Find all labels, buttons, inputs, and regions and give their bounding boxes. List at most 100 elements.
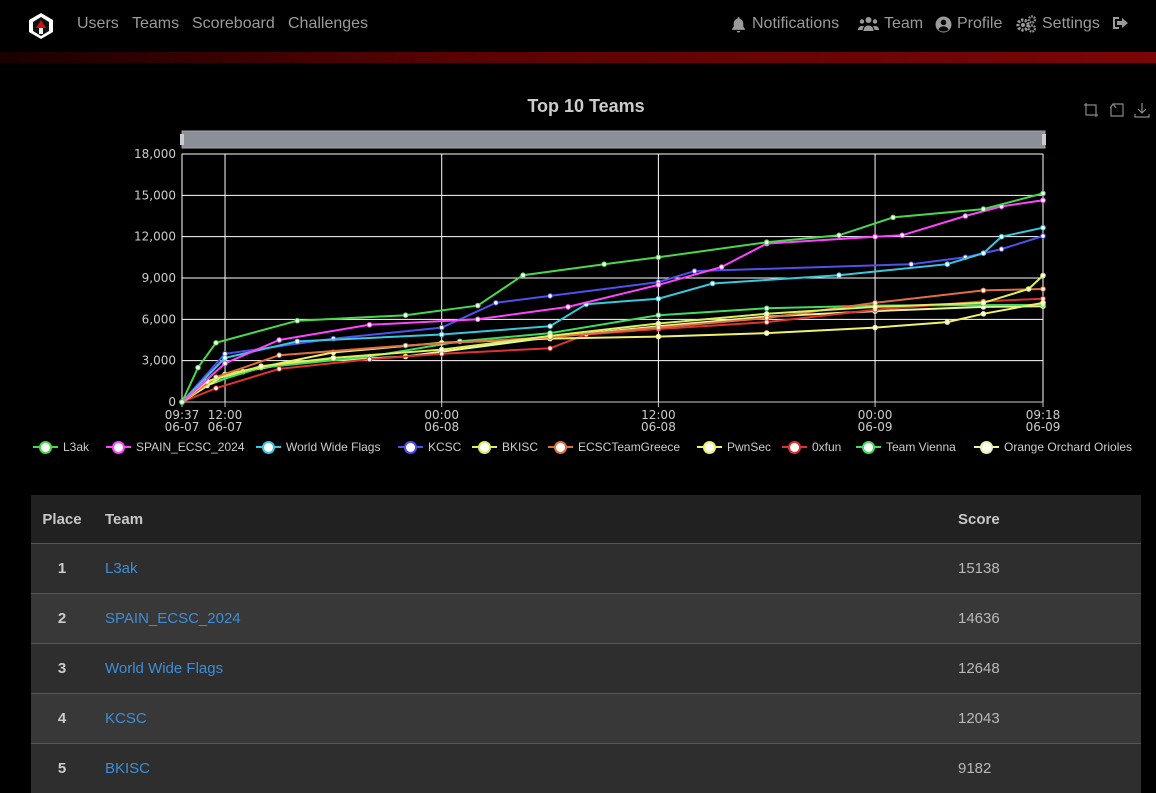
data-point[interactable]	[179, 399, 185, 405]
row-team-link[interactable]: BKISC	[93, 760, 958, 777]
datazoom-handle-right[interactable]	[1042, 134, 1046, 145]
series-spain-ecsc-2024[interactable]	[179, 197, 1046, 405]
legend-item[interactable]: World Wide Flags	[256, 440, 380, 454]
data-point[interactable]	[980, 206, 987, 212]
data-point[interactable]	[493, 300, 499, 306]
data-point[interactable]	[1040, 300, 1046, 306]
data-point[interactable]	[475, 316, 481, 323]
data-point[interactable]	[1040, 233, 1046, 239]
data-point[interactable]	[294, 317, 301, 324]
data-point[interactable]	[998, 233, 1005, 240]
data-point[interactable]	[276, 337, 283, 343]
legend-item[interactable]: SPAIN_ECSC_2024	[106, 440, 245, 454]
row-team-link[interactable]: KCSC	[93, 710, 958, 727]
legend-item[interactable]: KCSC	[398, 440, 461, 454]
data-point[interactable]	[294, 338, 301, 345]
data-point[interactable]	[565, 304, 571, 310]
data-point[interactable]	[890, 214, 896, 221]
data-point[interactable]	[872, 304, 878, 310]
data-point[interactable]	[213, 385, 219, 392]
data-point[interactable]	[980, 311, 987, 317]
legend-item[interactable]: BKISC	[472, 440, 538, 454]
data-point[interactable]	[438, 324, 445, 331]
data-point[interactable]	[836, 272, 842, 279]
legend-marker-icon	[974, 440, 999, 454]
data-point[interactable]	[944, 319, 951, 325]
data-point[interactable]	[547, 345, 553, 352]
data-point[interactable]	[195, 364, 201, 371]
score-chart[interactable]: 03,0006,0009,00012,00015,00018,00009:370…	[0, 0, 1156, 440]
data-point[interactable]	[330, 355, 337, 361]
data-point[interactable]	[547, 293, 553, 299]
data-point[interactable]	[899, 232, 906, 239]
data-point[interactable]	[222, 360, 228, 367]
legend-item[interactable]: PwnSec	[697, 440, 771, 454]
legend-item[interactable]: ECSCTeamGreece	[548, 440, 680, 454]
data-point[interactable]	[1040, 272, 1046, 279]
series-bkisc[interactable]	[179, 272, 1046, 405]
data-point[interactable]	[763, 330, 770, 336]
legend-item[interactable]: 0xfun	[782, 440, 841, 454]
data-point[interactable]	[655, 320, 662, 327]
data-point[interactable]	[908, 261, 915, 268]
legend-item[interactable]: Team Vienna	[856, 440, 956, 454]
data-point[interactable]	[1040, 224, 1046, 231]
legend-item[interactable]: Orange Orchard Orioles	[974, 440, 1132, 454]
data-point[interactable]	[258, 363, 264, 370]
data-point[interactable]	[763, 311, 770, 317]
data-point[interactable]	[872, 233, 878, 240]
data-point[interactable]	[655, 282, 662, 288]
data-point[interactable]	[655, 333, 662, 340]
data-point[interactable]	[1040, 197, 1046, 204]
data-point[interactable]	[1025, 286, 1032, 292]
data-point[interactable]	[718, 264, 725, 270]
legend-label: Team Vienna	[886, 440, 956, 454]
data-point[interactable]	[980, 250, 987, 256]
data-point[interactable]	[276, 352, 283, 359]
legend-label: L3ak	[63, 440, 90, 454]
series-world-wide-flags[interactable]	[179, 224, 1046, 405]
data-point[interactable]	[366, 356, 373, 363]
data-point[interactable]	[763, 239, 770, 245]
data-point[interactable]	[475, 302, 481, 309]
data-point[interactable]	[520, 272, 526, 279]
data-point[interactable]	[980, 287, 987, 294]
data-point[interactable]	[1040, 190, 1046, 197]
data-point[interactable]	[213, 340, 219, 346]
data-point[interactable]	[655, 312, 662, 319]
data-point[interactable]	[980, 300, 987, 306]
y-tick-label: 6,000	[142, 312, 176, 326]
legend-marker-icon	[33, 440, 58, 454]
data-point[interactable]	[691, 268, 698, 274]
series-ecscteamgreece[interactable]	[179, 286, 1046, 405]
data-point[interactable]	[547, 323, 553, 330]
data-point[interactable]	[222, 355, 228, 361]
data-point[interactable]	[962, 213, 969, 219]
data-point[interactable]	[438, 346, 445, 353]
data-point[interactable]	[944, 261, 951, 268]
series-0xfun[interactable]	[179, 295, 1046, 405]
data-point[interactable]	[1040, 286, 1046, 292]
data-point[interactable]	[276, 366, 283, 372]
data-point[interactable]	[366, 322, 373, 328]
row-team-link[interactable]: World Wide Flags	[93, 660, 958, 677]
legend-item[interactable]: L3ak	[33, 440, 89, 454]
data-point[interactable]	[763, 305, 770, 312]
data-point[interactable]	[872, 324, 878, 331]
data-point[interactable]	[998, 246, 1005, 252]
datazoom-handle-left[interactable]	[180, 134, 184, 145]
data-point[interactable]	[655, 295, 662, 302]
row-team-link[interactable]: L3ak	[93, 560, 958, 577]
data-point[interactable]	[655, 254, 662, 261]
data-point[interactable]	[836, 232, 842, 239]
data-point[interactable]	[547, 333, 553, 339]
data-point[interactable]	[709, 280, 716, 287]
series-line	[181, 199, 1044, 403]
data-point[interactable]	[402, 312, 409, 319]
datazoom-slider[interactable]	[181, 130, 1046, 149]
data-point[interactable]	[438, 331, 445, 338]
row-team-link[interactable]: SPAIN_ECSC_2024	[93, 610, 958, 627]
legend-marker-icon	[398, 440, 423, 454]
data-point[interactable]	[601, 261, 608, 268]
data-point[interactable]	[402, 342, 409, 349]
